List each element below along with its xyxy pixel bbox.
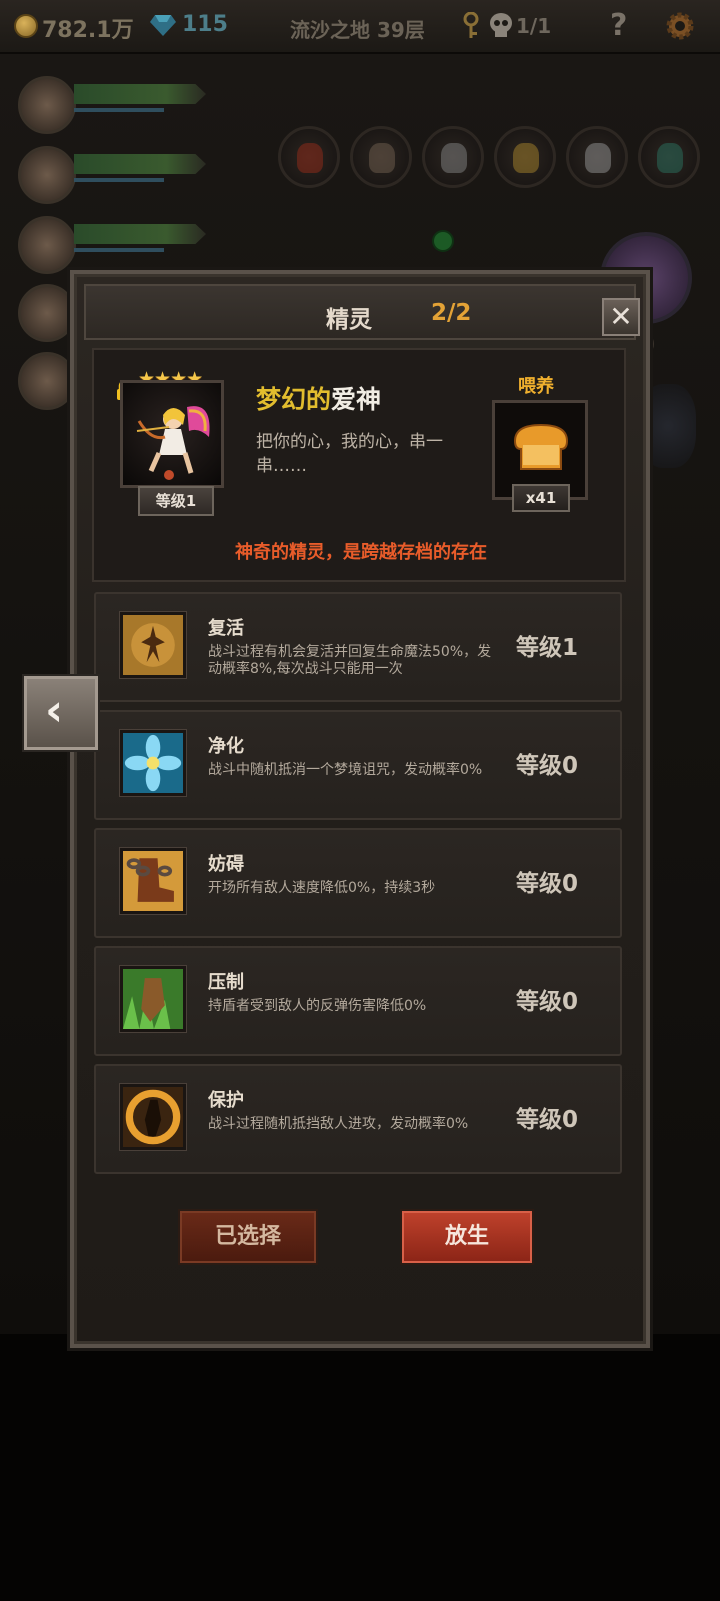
- gem-count: 115: [182, 12, 228, 37]
- flower-skill-icon: [120, 730, 186, 796]
- key-icon: [463, 12, 479, 38]
- item-slot[interactable]: [494, 126, 556, 188]
- sprite-tagline: 神奇的精灵，是跨越存档的存在: [235, 542, 487, 563]
- sprite-name-suffix: 爱神: [331, 385, 382, 414]
- hero-portrait[interactable]: [18, 146, 76, 204]
- skill-level: 等级0: [516, 989, 579, 1015]
- skull-count: 1/1: [516, 14, 552, 38]
- skill-row-hinder[interactable]: 妨碍 开场所有敌人速度降低0%，持续3秒 等级0: [94, 828, 622, 938]
- feed-count: x41: [512, 484, 570, 512]
- hero-hp-bar: [74, 84, 206, 104]
- skill-row-purify[interactable]: 净化 战斗中随机抵消一个梦境诅咒，发动概率0% 等级0: [94, 710, 622, 820]
- skill-description: 战斗过程有机会复活并回复生命魔法50%，发动概率8%,每次战斗只能用一次: [208, 644, 492, 677]
- sprite-count: 2/2: [431, 300, 472, 326]
- skill-level: 等级0: [516, 1107, 579, 1133]
- chained-boot-skill-icon: [120, 848, 186, 914]
- hero-mp-bar: [74, 178, 164, 182]
- sprite-name: 梦幻的爱神: [256, 380, 381, 416]
- sprite-dialog: 精灵 2/2 ✕ ★★★★ 等级1 梦幻的爱神 把你的心，我的心，串一串…… 喂…: [70, 270, 650, 1348]
- skill-level: 等级0: [516, 753, 579, 779]
- gear-icon[interactable]: [664, 10, 696, 42]
- feed-label: 喂养: [518, 376, 554, 397]
- help-icon[interactable]: ?: [610, 8, 627, 43]
- status-orb: [432, 230, 454, 252]
- dialog-title: 精灵: [326, 307, 372, 333]
- top-bar: 782.1万 115 流沙之地 39层 1/1 ?: [0, 0, 720, 54]
- close-button[interactable]: ✕: [602, 298, 640, 336]
- location-label: 流沙之地 39层: [290, 18, 425, 42]
- hero-mp-bar: [74, 248, 164, 252]
- skill-name: 保护: [208, 1090, 244, 1111]
- hero-hp-bar: [74, 224, 206, 244]
- hero-portrait[interactable]: [18, 284, 76, 342]
- skull-icon: [490, 13, 512, 37]
- coin-icon: [14, 14, 38, 38]
- skill-row-suppress[interactable]: 压制 持盾者受到敌人的反弹伤害降低0% 等级0: [94, 946, 622, 1056]
- sprite-avatar-frame[interactable]: [120, 380, 224, 488]
- sprite-description: 把你的心，我的心，串一串……: [256, 432, 443, 476]
- previous-sprite-button[interactable]: ‹: [24, 676, 98, 750]
- hero-portrait[interactable]: [18, 76, 76, 134]
- sprite-level-tag: 等级1: [138, 486, 214, 516]
- skill-row-revive[interactable]: 复活 战斗过程有机会复活并回复生命魔法50%，发动概率8%,每次战斗只能用一次 …: [94, 592, 622, 702]
- bread-icon: [513, 423, 569, 470]
- revive-skill-icon: [120, 612, 186, 678]
- dialog-header: 精灵 2/2 ✕: [84, 284, 640, 340]
- selected-button[interactable]: 已选择: [178, 1209, 318, 1265]
- chevron-left-icon: ‹: [45, 685, 64, 736]
- coin-count: 782.1万: [42, 18, 134, 43]
- release-button[interactable]: 放生: [400, 1209, 534, 1265]
- skill-name: 压制: [208, 972, 244, 993]
- hero-hp-bar: [74, 154, 206, 174]
- guardian-skill-icon: [120, 1084, 186, 1150]
- item-slot[interactable]: [278, 126, 340, 188]
- sprite-info-panel: ★★★★ 等级1 梦幻的爱神 把你的心，我的心，串一串…… 喂养 x41 神奇的…: [92, 348, 626, 582]
- skill-row-protect[interactable]: 保护 战斗过程随机抵挡敌人进攻，发动概率0% 等级0: [94, 1064, 622, 1174]
- hero-mp-bar: [74, 108, 164, 112]
- skill-description: 开场所有敌人速度降低0%，持续3秒: [208, 880, 436, 896]
- gem-icon: [150, 15, 176, 36]
- item-slot[interactable]: [350, 126, 412, 188]
- skill-description: 战斗中随机抵消一个梦境诅咒，发动概率0%: [208, 762, 483, 778]
- item-slot[interactable]: [422, 126, 484, 188]
- beast-claw-skill-icon: [120, 966, 186, 1032]
- cupid-sprite-image: [136, 406, 210, 480]
- item-slot[interactable]: [638, 126, 700, 188]
- skill-name: 复活: [208, 618, 244, 639]
- skill-description: 持盾者受到敌人的反弹伤害降低0%: [208, 998, 427, 1014]
- sprite-name-prefix: 梦幻的: [256, 385, 332, 414]
- skill-name: 妨碍: [208, 854, 244, 875]
- hero-portrait[interactable]: [18, 216, 76, 274]
- skill-description: 战斗过程随机抵挡敌人进攻，发动概率0%: [208, 1116, 469, 1132]
- close-icon: ✕: [609, 300, 633, 333]
- item-slot[interactable]: [566, 126, 628, 188]
- skill-level: 等级0: [516, 871, 579, 897]
- hero-portrait[interactable]: [18, 352, 76, 410]
- skill-level: 等级1: [516, 635, 579, 661]
- skill-name: 净化: [208, 736, 244, 757]
